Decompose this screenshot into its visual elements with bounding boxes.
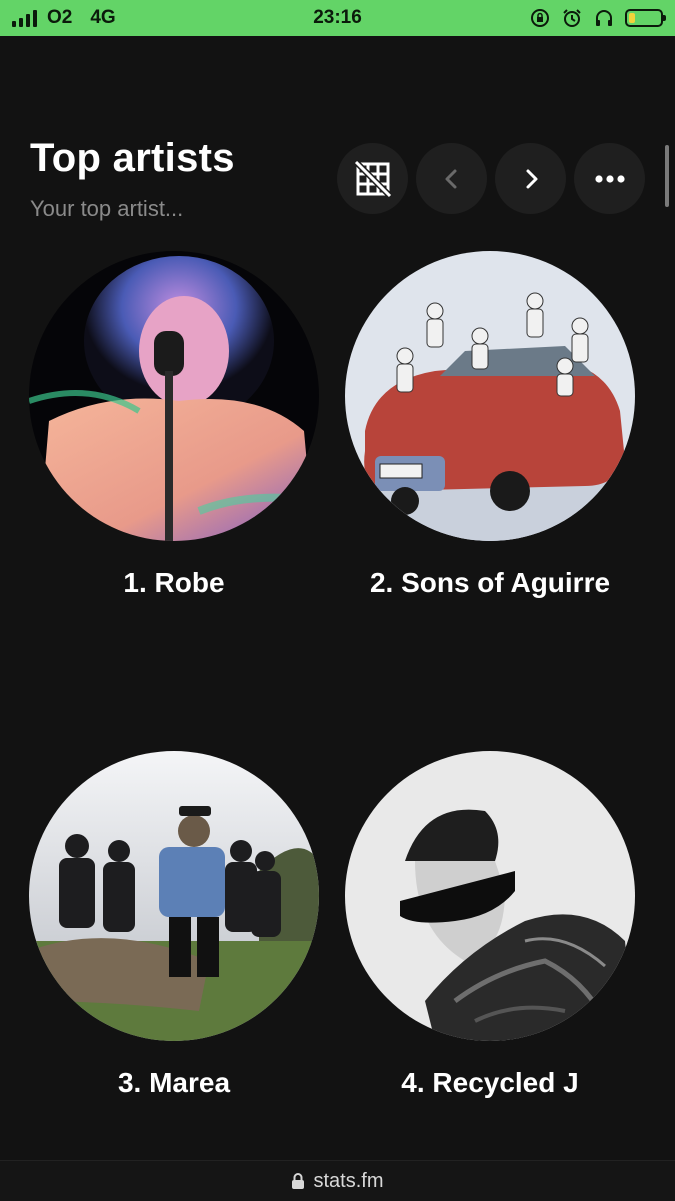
url-domain: stats.fm bbox=[313, 1169, 384, 1192]
artist-photo bbox=[29, 251, 319, 541]
artist-photo bbox=[345, 751, 635, 1041]
artist-card-sons-of-aguirre[interactable]: 2. Sons of Aguirre bbox=[345, 251, 635, 599]
artist-card-recycled-j[interactable]: 4. Recycled J bbox=[345, 751, 635, 1099]
artist-photo bbox=[345, 251, 635, 541]
previous-button[interactable] bbox=[416, 143, 487, 214]
next-button[interactable] bbox=[495, 143, 566, 214]
grid-off-icon bbox=[353, 159, 392, 198]
section-controls bbox=[337, 143, 645, 214]
status-left: O2 4G bbox=[12, 7, 116, 29]
chevron-right-icon bbox=[526, 169, 537, 188]
carrier-name: O2 bbox=[47, 7, 73, 28]
grid-toggle-button[interactable] bbox=[337, 143, 408, 214]
artist-photo bbox=[29, 751, 319, 1041]
more-icon bbox=[594, 174, 625, 183]
artist-name: 1. Robe bbox=[123, 567, 225, 598]
browser-url-bar[interactable]: stats.fm bbox=[0, 1160, 675, 1201]
status-bar: O2 4G 23:16 bbox=[0, 0, 675, 36]
artist-card-marea[interactable]: 3. Marea bbox=[29, 751, 319, 1099]
artist-name: 3. Marea bbox=[117, 1067, 231, 1098]
status-right bbox=[529, 7, 666, 29]
scrollbar[interactable] bbox=[665, 145, 669, 207]
chevron-left-icon bbox=[445, 169, 456, 188]
artist-name: 2. Sons of Aguirre bbox=[369, 567, 611, 598]
section-subtitle: Your top artist... bbox=[30, 196, 184, 221]
signal-icon bbox=[12, 9, 37, 27]
artist-name: 4. Recycled J bbox=[401, 1067, 579, 1098]
network-type: 4G bbox=[90, 7, 116, 28]
clock: 23:16 bbox=[313, 7, 362, 28]
more-options-button[interactable] bbox=[574, 143, 645, 214]
lock-icon bbox=[292, 1173, 305, 1189]
artist-card-robe[interactable]: 1. Robe bbox=[29, 251, 319, 599]
headphones-icon bbox=[593, 7, 615, 29]
section-title: Top artists bbox=[30, 136, 235, 180]
rotation-lock-icon bbox=[529, 7, 551, 29]
alarm-icon bbox=[561, 7, 583, 29]
battery-icon bbox=[625, 9, 666, 27]
